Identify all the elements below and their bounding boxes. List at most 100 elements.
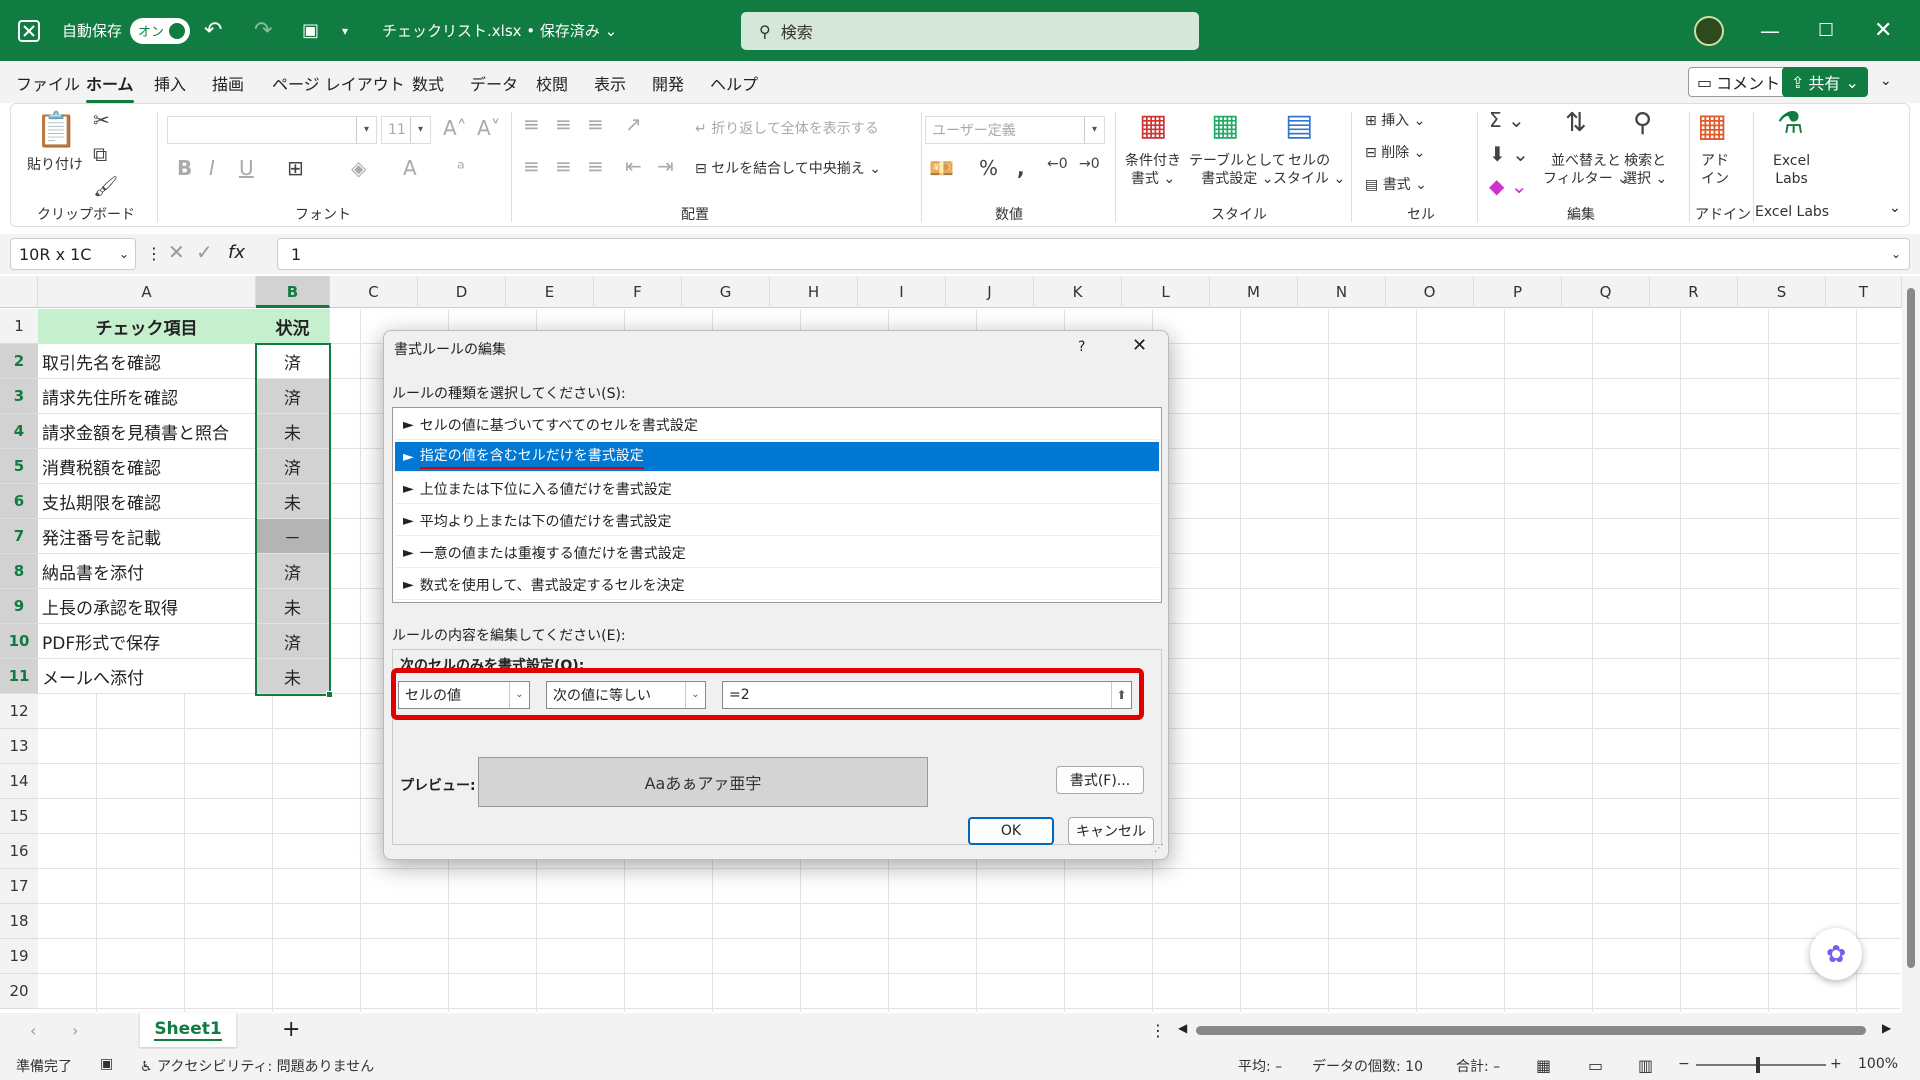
horizontal-scroll-thumb[interactable] xyxy=(1196,1026,1866,1035)
check-item-cell[interactable]: 請求先住所を確認 xyxy=(38,379,256,414)
check-item-cell[interactable]: 納品書を添付 xyxy=(38,554,256,589)
format-painter-icon[interactable]: 🖌 xyxy=(93,174,118,198)
help-button[interactable]: ? xyxy=(1078,339,1085,355)
undo-icon[interactable]: ↶ xyxy=(204,0,222,61)
align-top-icon[interactable]: ≡ xyxy=(523,112,540,136)
cell-styles-icon[interactable]: ▤ xyxy=(1285,108,1313,143)
rule-type-item[interactable]: ► 平均より上または下の値だけを書式設定 xyxy=(395,506,1159,536)
select-all-corner[interactable] xyxy=(0,276,38,308)
rule-type-item[interactable]: ► 一意の値または重複する値だけを書式設定 xyxy=(395,538,1159,568)
autosum-icon[interactable]: Σ ⌄ xyxy=(1489,108,1525,132)
align-middle-icon[interactable]: ≡ xyxy=(555,112,572,136)
column-header[interactable]: E xyxy=(506,276,594,308)
phonetic-icon[interactable]: ᵃ xyxy=(457,156,465,180)
format-as-table-button[interactable]: テーブルとして 書式設定 ⌄ xyxy=(1189,152,1286,188)
column-header[interactable]: B xyxy=(256,276,330,308)
column-header[interactable]: G xyxy=(682,276,770,308)
row-header[interactable]: 8 xyxy=(0,554,38,589)
header-cell-status[interactable]: 状況 xyxy=(256,309,330,344)
macro-record-icon[interactable]: ▣ xyxy=(100,1056,113,1072)
wrap-text-button[interactable]: ↵ 折り返して全体を表示する xyxy=(695,120,879,138)
zoom-in-icon[interactable]: + xyxy=(1830,1056,1842,1072)
row-header[interactable]: 3 xyxy=(0,379,38,414)
font-color-icon[interactable]: A xyxy=(403,156,417,180)
more-icon[interactable]: ⋮ xyxy=(146,244,162,263)
decrease-indent-icon[interactable]: ⇤ xyxy=(625,154,642,178)
borders-icon[interactable]: ⊞ xyxy=(287,156,304,180)
delete-cells-button[interactable]: ⊟ 削除 ⌄ xyxy=(1365,144,1425,162)
column-header[interactable]: C xyxy=(330,276,418,308)
check-item-cell[interactable]: 請求金額を見積書と照合 xyxy=(38,414,256,449)
rule-type-list[interactable]: ► セルの値に基づいてすべてのセルを書式設定 ► 指定の値を含むセルだけを書式設定 … xyxy=(392,407,1162,603)
paste-label[interactable]: 貼り付け xyxy=(27,156,83,174)
comment-button[interactable]: ▭ コメント xyxy=(1688,67,1790,97)
row-header[interactable]: 10 xyxy=(0,624,38,659)
vertical-scrollbar[interactable] xyxy=(1902,276,1920,1013)
share-button[interactable]: ⇪ 共有 ⌄ xyxy=(1782,67,1868,97)
orientation-icon[interactable]: ↗ xyxy=(625,112,642,136)
row-header[interactable]: 20 xyxy=(0,974,38,1009)
percent-icon[interactable]: % xyxy=(979,156,998,180)
column-header[interactable]: R xyxy=(1650,276,1738,308)
increase-indent-icon[interactable]: ⇥ xyxy=(657,154,674,178)
tab-home[interactable]: ホーム xyxy=(86,71,134,103)
column-header[interactable]: J xyxy=(946,276,1034,308)
insert-cells-button[interactable]: ⊞ 挿入 ⌄ xyxy=(1365,112,1425,130)
find-select-button[interactable]: 検索と 選択 ⌄ xyxy=(1623,152,1667,188)
tab-review[interactable]: 校閲 xyxy=(536,71,568,95)
ribbon-options-icon[interactable]: ⌄ xyxy=(1880,73,1892,89)
sort-filter-button[interactable]: 並べ替えと フィルター ⌄ xyxy=(1543,152,1629,188)
number-format-select[interactable]: ユーザー定義 ▾ xyxy=(925,116,1105,144)
conditional-format-button[interactable]: 条件付き 書式 ⌄ xyxy=(1125,152,1181,188)
tab-page-layout[interactable]: ページ レイアウト xyxy=(272,71,405,95)
row-header[interactable]: 18 xyxy=(0,904,38,939)
row-header[interactable]: 6 xyxy=(0,484,38,519)
zoom-slider[interactable] xyxy=(1696,1064,1826,1066)
collapse-ribbon-icon[interactable]: ⌄ xyxy=(1889,200,1901,216)
tab-draw[interactable]: 描画 xyxy=(212,71,244,95)
average-status[interactable]: 平均: – xyxy=(1238,1056,1282,1076)
align-left-icon[interactable]: ≡ xyxy=(523,154,540,178)
increase-decimal-icon[interactable]: ←0 xyxy=(1047,156,1068,172)
row-header[interactable]: 11 xyxy=(0,659,38,694)
cut-icon[interactable]: ✂ xyxy=(93,108,110,132)
sort-filter-icon[interactable]: ⇅ xyxy=(1565,108,1587,138)
copy-icon[interactable]: ⧉ xyxy=(93,142,107,166)
row-header[interactable]: 7 xyxy=(0,519,38,554)
column-header[interactable]: T xyxy=(1826,276,1902,308)
decrease-decimal-icon[interactable]: →0 xyxy=(1079,156,1100,172)
column-header[interactable]: Q xyxy=(1562,276,1650,308)
sheet-tab-sheet1[interactable]: Sheet1 xyxy=(140,1013,236,1047)
rule-type-item[interactable]: ► 上位または下位に入る値だけを書式設定 xyxy=(395,474,1159,504)
column-header[interactable]: D xyxy=(418,276,506,308)
addins-button[interactable]: アド イン xyxy=(1701,152,1729,188)
maximize-icon[interactable]: ☐ xyxy=(1818,0,1834,61)
insert-function-icon[interactable]: fx xyxy=(228,242,245,263)
column-header[interactable]: P xyxy=(1474,276,1562,308)
column-header[interactable]: L xyxy=(1122,276,1210,308)
row-header[interactable]: 12 xyxy=(0,694,38,729)
align-right-icon[interactable]: ≡ xyxy=(587,154,604,178)
addins-icon[interactable]: ▦ xyxy=(1697,106,1727,144)
customize-qat-icon[interactable]: ▾ xyxy=(342,0,348,61)
align-bottom-icon[interactable]: ≡ xyxy=(587,112,604,136)
row-header[interactable]: 15 xyxy=(0,799,38,834)
namebox-dropdown-icon[interactable]: ⌄ xyxy=(119,247,129,261)
next-sheet-icon[interactable]: › xyxy=(72,1021,78,1040)
check-item-cell[interactable]: 消費税額を確認 xyxy=(38,449,256,484)
row-header[interactable]: 4 xyxy=(0,414,38,449)
sum-status[interactable]: 合計: – xyxy=(1456,1056,1500,1076)
row-header[interactable]: 16 xyxy=(0,834,38,869)
zoom-level[interactable]: 100% xyxy=(1858,1056,1898,1072)
column-header[interactable]: N xyxy=(1298,276,1386,308)
fill-color-icon[interactable]: ◈ xyxy=(351,156,366,180)
autosave-toggle[interactable]: オン xyxy=(130,17,190,44)
cancel-button[interactable]: キャンセル xyxy=(1068,817,1154,845)
font-size-select[interactable]: 11 ▾ xyxy=(381,116,431,144)
cell-styles-button[interactable]: セルの スタイル ⌄ xyxy=(1273,152,1345,188)
tab-view[interactable]: 表示 xyxy=(594,71,626,95)
row-header[interactable]: 5 xyxy=(0,449,38,484)
row-header[interactable]: 1 xyxy=(0,309,38,344)
resize-grip-icon[interactable]: ⋰ xyxy=(1154,843,1164,854)
tab-data[interactable]: データ xyxy=(470,71,518,95)
